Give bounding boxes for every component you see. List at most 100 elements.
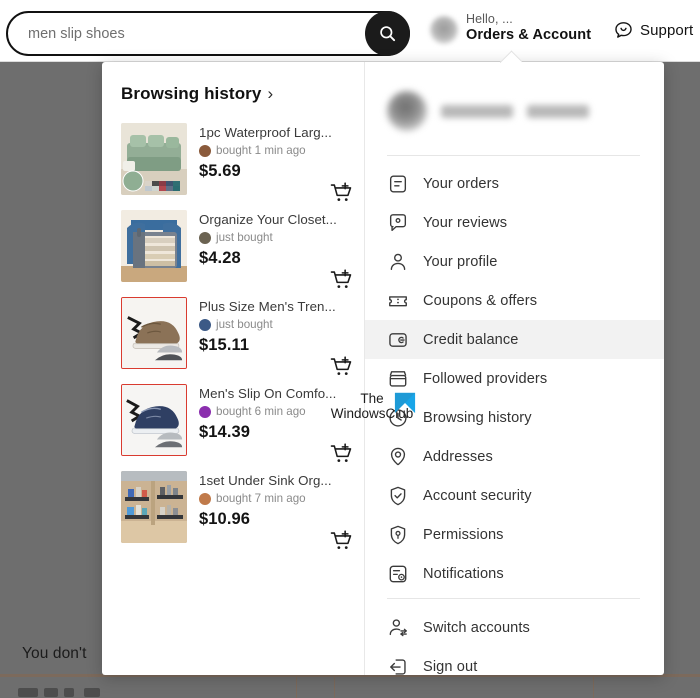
bell-settings-icon xyxy=(387,563,409,585)
product-name: Men's Slip On Comfo... xyxy=(199,386,351,401)
menu-item-label: Credit balance xyxy=(423,332,519,348)
menu-item-account-security[interactable]: Account security xyxy=(365,476,664,515)
product-thumbnail[interactable] xyxy=(121,471,187,543)
history-item[interactable]: Plus Size Men's Tren...just bought$15.11 xyxy=(102,292,365,379)
product-price: $14.39 xyxy=(199,423,351,442)
search-icon xyxy=(378,24,397,43)
product-thumbnail[interactable] xyxy=(121,297,187,369)
menu-divider-top xyxy=(387,155,640,156)
add-to-cart-button[interactable] xyxy=(329,355,355,379)
product-image xyxy=(121,210,187,282)
person-icon-wrapper xyxy=(387,251,409,273)
add-to-cart-button[interactable] xyxy=(329,181,355,205)
history-item[interactable]: 1set Under Sink Org...bought 7 min ago$1… xyxy=(102,466,365,553)
background-cell xyxy=(297,677,334,698)
dropdown-caret xyxy=(500,50,522,63)
product-meta-text: bought 1 min ago xyxy=(216,144,306,157)
chat-smile-icon xyxy=(613,20,634,41)
buyer-avatar-icon xyxy=(199,145,211,157)
shield-key-icon-wrapper xyxy=(387,524,409,546)
product-name: 1set Under Sink Org... xyxy=(199,473,351,488)
menu-item-your-orders[interactable]: Your orders xyxy=(365,164,664,203)
menu-item-followed-providers[interactable]: Followed providers xyxy=(365,359,664,398)
product-image xyxy=(122,298,186,368)
wallet-icon xyxy=(387,329,409,351)
profile-header[interactable] xyxy=(365,78,664,144)
product-image xyxy=(121,471,187,543)
product-price: $4.28 xyxy=(199,249,351,268)
product-thumbnail[interactable] xyxy=(121,123,187,195)
search-button[interactable] xyxy=(365,11,410,56)
person-icon xyxy=(387,251,409,273)
background-text: You don't xyxy=(22,645,87,663)
support-button[interactable]: Support xyxy=(613,20,693,41)
history-item[interactable]: 1pc Waterproof Larg...bought 1 min ago$5… xyxy=(102,118,365,205)
menu-item-label: Switch accounts xyxy=(423,620,530,636)
search-bar[interactable] xyxy=(6,11,410,56)
menu-item-credit-balance[interactable]: Credit balance xyxy=(365,320,664,359)
support-label: Support xyxy=(640,22,693,39)
menu-item-label: Your reviews xyxy=(423,215,507,231)
product-image xyxy=(121,123,187,195)
add-to-cart-icon xyxy=(330,181,354,205)
history-item[interactable]: Organize Your Closet...just bought$4.28 xyxy=(102,205,365,292)
profile-name-bar xyxy=(441,105,513,118)
buyer-avatar-icon xyxy=(199,493,211,505)
history-item[interactable]: Men's Slip On Comfo... bought 6 min ago $1… xyxy=(102,379,365,466)
menu-item-label: Browsing history xyxy=(423,410,532,426)
account-menu-trigger[interactable]: Hello, ... Orders & Account xyxy=(430,12,591,45)
background-blob xyxy=(64,688,74,697)
browsing-history-title: Browsing history xyxy=(121,84,261,104)
product-price: $15.11 xyxy=(199,336,351,355)
top-header: Hello, ... Orders & Account Support xyxy=(0,0,700,62)
buyer-avatar-icon xyxy=(199,319,211,331)
menu-item-label: Your orders xyxy=(423,176,499,192)
add-to-cart-button[interactable] xyxy=(329,268,355,292)
shield-key-icon xyxy=(387,524,409,546)
account-dropdown-panel: Browsing history › 1pc Waterproof Larg..… xyxy=(102,62,664,675)
account-label: Orders & Account xyxy=(466,27,591,45)
store-icon xyxy=(387,368,409,390)
profile-avatar xyxy=(387,91,427,131)
menu-item-label: Followed providers xyxy=(423,371,547,387)
browsing-history-header[interactable]: Browsing history › xyxy=(121,84,273,104)
browsing-history-section: Browsing history › 1pc Waterproof Larg..… xyxy=(102,62,365,675)
menu-item-addresses[interactable]: Addresses xyxy=(365,437,664,476)
menu-item-sign-out[interactable]: Sign out xyxy=(365,647,664,675)
product-meta-text: just bought xyxy=(216,231,273,244)
profile-name-bar xyxy=(527,105,589,118)
menu-item-switch-accounts[interactable]: Switch accounts xyxy=(365,608,664,647)
buyer-avatar-icon xyxy=(199,406,211,418)
menu-item-permissions[interactable]: Permissions xyxy=(365,515,664,554)
sign-out-icon-wrapper xyxy=(387,656,409,676)
store-icon-wrapper xyxy=(387,368,409,390)
review-icon-wrapper xyxy=(387,212,409,234)
menu-item-label: Permissions xyxy=(423,527,504,543)
location-icon xyxy=(387,446,409,468)
menu-item-coupons-offers[interactable]: Coupons & offers xyxy=(365,281,664,320)
product-meta: bought 1 min ago xyxy=(199,144,351,157)
product-thumbnail[interactable] xyxy=(121,210,187,282)
menu-item-label: Coupons & offers xyxy=(423,293,537,309)
app-root: You don't Hello, ... xyxy=(0,0,700,698)
menu-item-your-profile[interactable]: Your profile xyxy=(365,242,664,281)
product-name: Plus Size Men's Tren... xyxy=(199,299,351,314)
menu-item-label: Your profile xyxy=(423,254,498,270)
product-meta-text: bought 6 min ago xyxy=(216,405,306,418)
background-blob xyxy=(44,688,58,697)
chevron-right-icon: › xyxy=(267,84,273,104)
product-thumbnail[interactable] xyxy=(121,384,187,456)
add-to-cart-icon xyxy=(330,355,354,379)
menu-item-browsing-history[interactable]: Browsing history xyxy=(365,398,664,437)
menu-item-notifications[interactable]: Notifications xyxy=(365,554,664,593)
menu-item-your-reviews[interactable]: Your reviews xyxy=(365,203,664,242)
clock-icon-wrapper xyxy=(387,407,409,429)
search-input[interactable] xyxy=(26,13,356,54)
product-meta: bought 7 min ago xyxy=(199,492,351,505)
receipt-icon-wrapper xyxy=(387,173,409,195)
background-blob xyxy=(84,688,100,697)
add-to-cart-button[interactable] xyxy=(329,442,355,466)
add-to-cart-icon xyxy=(330,442,354,466)
add-to-cart-button[interactable] xyxy=(329,529,355,553)
review-icon xyxy=(387,212,409,234)
